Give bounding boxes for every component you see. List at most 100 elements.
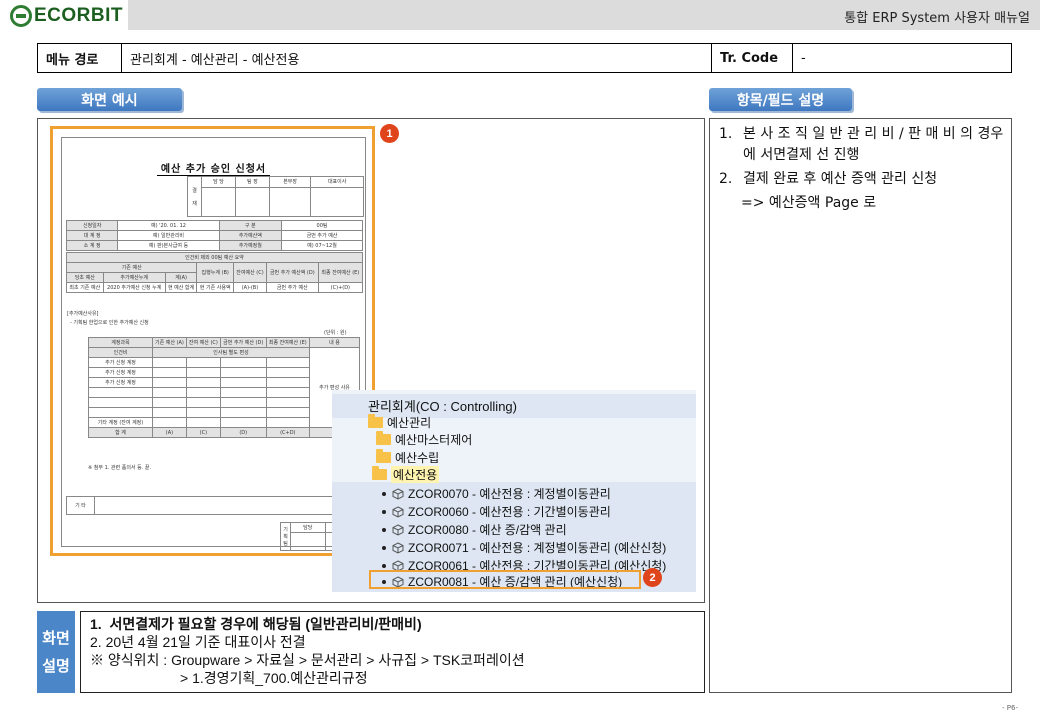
summary-col: 금번 추가 예산액 (D) bbox=[265, 262, 319, 283]
info-cell: 추가예정월 bbox=[218, 240, 283, 251]
bullet-icon bbox=[382, 527, 386, 532]
page-number: - P6- bbox=[1002, 704, 1018, 712]
menu-path-value: 관리회계 - 예산관리 - 예산전용 bbox=[122, 44, 712, 72]
detail-col: 금번 추가 예산 (D) bbox=[219, 337, 267, 348]
etc-table: 기 타 bbox=[66, 496, 363, 515]
info-cell: 대 계 정 bbox=[65, 230, 119, 241]
detail-col: 계정과목 bbox=[88, 337, 153, 348]
summary-head: 인건비 제외 00팀 예산 요약 bbox=[66, 252, 363, 263]
field-description-list: 1. 본 사 조 직 일 반 관 리 비 / 판 매 비 의 경우에 서면결제 선… bbox=[719, 124, 1009, 214]
summary-val: 금번 추가 예산 bbox=[265, 282, 319, 293]
tree-item-transaction[interactable]: ZCOR0060 - 예산전용 : 기간별이동관리 bbox=[382, 503, 611, 520]
detail-total: (A) bbox=[152, 427, 187, 438]
info-cell: 금번 추가 예산 bbox=[281, 230, 363, 241]
summary-col: 기존 예산 bbox=[65, 262, 198, 273]
transaction-cube-icon bbox=[392, 523, 404, 536]
screen-explain-label: 화면 설명 bbox=[37, 611, 75, 693]
screen-explain-box: 1. 서면결제가 필요할 경우에 해당됨 (일반관리비/판매비) 2. 20년 … bbox=[80, 611, 705, 693]
unit-label: (단위 : 원) bbox=[324, 330, 347, 336]
transaction-cube-icon bbox=[392, 487, 404, 500]
info-cell: 구 분 bbox=[218, 220, 283, 231]
desc-item: 2. 결제 완료 후 예산 증액 관리 신청 bbox=[719, 171, 938, 187]
folder-open-icon bbox=[372, 466, 387, 480]
info-cell: 신청일자 bbox=[65, 220, 119, 231]
explain-line-3: ※ 양식위치 : Groupware > 자료실 > 문서관리 > 사규집 > … bbox=[90, 652, 525, 668]
explain-line-2: 2. 20년 4월 21일 기준 대표이사 전결 bbox=[90, 634, 306, 650]
callout-badge-1: 1 bbox=[380, 124, 399, 143]
summary-val: (A)-(B) bbox=[233, 282, 267, 293]
detail-row-label: 합 계 bbox=[88, 427, 153, 438]
info-cell: 추가예산액 bbox=[218, 230, 283, 241]
tree-node-folder[interactable]: 예산마스터제어 bbox=[376, 431, 472, 448]
detail-total: (C) bbox=[185, 427, 221, 438]
tr-code-value: - bbox=[801, 50, 806, 66]
manual-title: 통합 ERP System 사용자 매뉴얼 bbox=[844, 11, 1030, 26]
summary-sub: 당초 예산 bbox=[66, 272, 104, 283]
info-cell: 예) 판)본사급여 등 bbox=[117, 240, 220, 251]
tree-node-folder-active[interactable]: 예산전용 bbox=[372, 466, 440, 483]
highlight-box-zcor0081 bbox=[369, 570, 641, 589]
approval-head: 본부장 bbox=[268, 176, 312, 188]
bullet-icon bbox=[382, 545, 386, 550]
summary-col: 최종 잔여예산 (E) bbox=[317, 262, 364, 283]
tab-field-description: 항목/필드 설명 bbox=[709, 88, 852, 111]
info-table: 신청일자 예) '20. 01. 12 구 분 00팀 대 계 정 예) 일반관리비 추가… bbox=[65, 220, 363, 251]
approval-head: 팀 장 bbox=[234, 176, 270, 188]
approval-form-sheet: 예산 추가 승인 신청서 결재 담 당 팀 장 본부장 대표이사 신청일자 예) … bbox=[61, 137, 366, 551]
info-cell: 예) 일반관리비 bbox=[117, 230, 220, 241]
info-cell: 소 계 정 bbox=[65, 240, 119, 251]
detail-row-label: 추가 신청 계정 bbox=[88, 377, 153, 388]
info-cell: 예) '20. 01. 12 bbox=[117, 220, 220, 231]
tree-node-folder[interactable]: 예산수립 bbox=[376, 449, 439, 466]
tree-node-root[interactable]: 관리회계(CO : Controlling) bbox=[368, 396, 517, 415]
form-title: 예산 추가 승인 신청서 bbox=[62, 160, 365, 176]
bullet-icon bbox=[382, 491, 386, 496]
detail-col: 잔여 예산 (C) bbox=[185, 337, 221, 348]
explain-line-4: > 1.경영기획_700.예산관리규정 bbox=[180, 670, 368, 686]
reason-text: - 기획팀 한업으로 인한 추가예산 신청 bbox=[70, 320, 149, 326]
tree-item-transaction[interactable]: ZCOR0080 - 예산 증/감액 관리 bbox=[382, 521, 567, 538]
company-logo: ECORBIT bbox=[10, 4, 123, 28]
summary-val: 2020 추가예산 신청 누계 bbox=[102, 282, 166, 293]
info-cell: 00팀 bbox=[281, 220, 363, 231]
logo-e-icon bbox=[10, 5, 32, 27]
detail-row-label: 추가 신청 계정 bbox=[88, 367, 153, 378]
detail-col: 최종 잔여예산 (E) bbox=[265, 337, 311, 348]
desc-sub: => 예산증액 Page 로 bbox=[741, 195, 877, 211]
menu-path-row: 메뉴 경로 관리회계 - 예산관리 - 예산전용 Tr. Code - bbox=[37, 43, 1012, 73]
detail-total: (D) bbox=[219, 427, 267, 438]
transaction-cube-icon bbox=[392, 505, 404, 518]
detail-total: (C+D) bbox=[265, 427, 311, 438]
summary-val: 현 기존 사용액 bbox=[196, 282, 234, 293]
logo-text: ECORBIT bbox=[34, 5, 123, 26]
tr-code-label: Tr. Code bbox=[712, 44, 793, 72]
tree-node-budget-mgmt[interactable]: 예산관리 bbox=[368, 414, 431, 431]
detail-row-label: 기타 계정 (잔여 계정) bbox=[88, 417, 153, 428]
tree-item-transaction[interactable]: ZCOR0070 - 예산전용 : 계정별이동관리 bbox=[382, 485, 611, 502]
detail-row-label: 인건비 bbox=[88, 347, 153, 358]
summary-col: 집행누계 (B) bbox=[196, 262, 234, 283]
approval-head: 담 당 bbox=[201, 176, 236, 188]
explain-line-1: 1. 서면결제가 필요할 경우에 해당됨 (일반관리비/판매비) bbox=[90, 616, 422, 632]
attachment-note: ※ 첨부 1. 관련 품의서 등. 끝. bbox=[88, 465, 152, 471]
reason-title: [추가예산사유] bbox=[67, 311, 99, 317]
info-cell: 예) 07~12월 bbox=[281, 240, 363, 251]
desc-item: 1. 본 사 조 직 일 반 관 리 비 / 판 매 비 의 경우에 서면결제 선… bbox=[719, 126, 1004, 163]
tree-item-transaction[interactable]: ZCOR0071 - 예산전용 : 계정별이동관리 (예산신청) bbox=[382, 539, 666, 556]
etc-label: 기 타 bbox=[66, 496, 95, 515]
menu-path-label: 메뉴 경로 bbox=[38, 44, 122, 72]
summary-sub: 계(A) bbox=[164, 272, 198, 283]
detail-col: 내 용 bbox=[309, 337, 360, 348]
detail-row-label: 추가 신청 계정 bbox=[88, 357, 153, 368]
approval-grid: 결재 담 당 팀 장 본부장 대표이사 bbox=[187, 176, 364, 218]
tab-screen-example: 화면 예시 bbox=[37, 88, 182, 111]
summary-sub: 추가예산누계 bbox=[102, 272, 166, 283]
approval-side-label: 결재 bbox=[187, 176, 202, 217]
top-header: ECORBIT 통합 ERP System 사용자 매뉴얼 bbox=[0, 0, 1040, 30]
bullet-icon bbox=[382, 563, 386, 568]
signoff-label: 기획팀 bbox=[280, 522, 291, 551]
summary-val: 현 예산 합계 bbox=[164, 282, 198, 293]
detail-table: 계정과목 기존 예산 (A) 잔여 예산 (C) 금번 추가 예산 (D) 최종… bbox=[88, 337, 360, 438]
detail-note: 인사팀 별도 편성 bbox=[152, 347, 310, 358]
folder-open-icon bbox=[368, 414, 383, 428]
